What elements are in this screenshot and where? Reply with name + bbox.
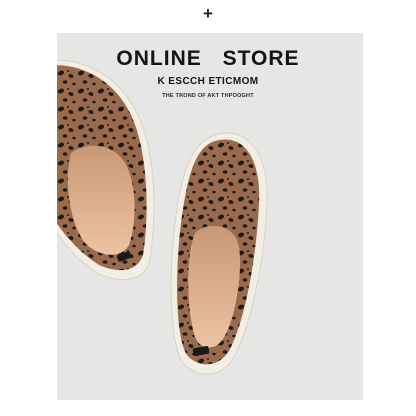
store-tagline: THE TROND OF AKT THPOOGHT bbox=[162, 93, 254, 99]
store-title: ONLINE STORE bbox=[116, 47, 300, 70]
plus-icon[interactable]: + bbox=[0, 4, 416, 24]
right-shoe bbox=[170, 132, 268, 375]
product-photo bbox=[57, 59, 268, 375]
store-subtitle: K ESCCH ETICMOM bbox=[157, 76, 259, 87]
